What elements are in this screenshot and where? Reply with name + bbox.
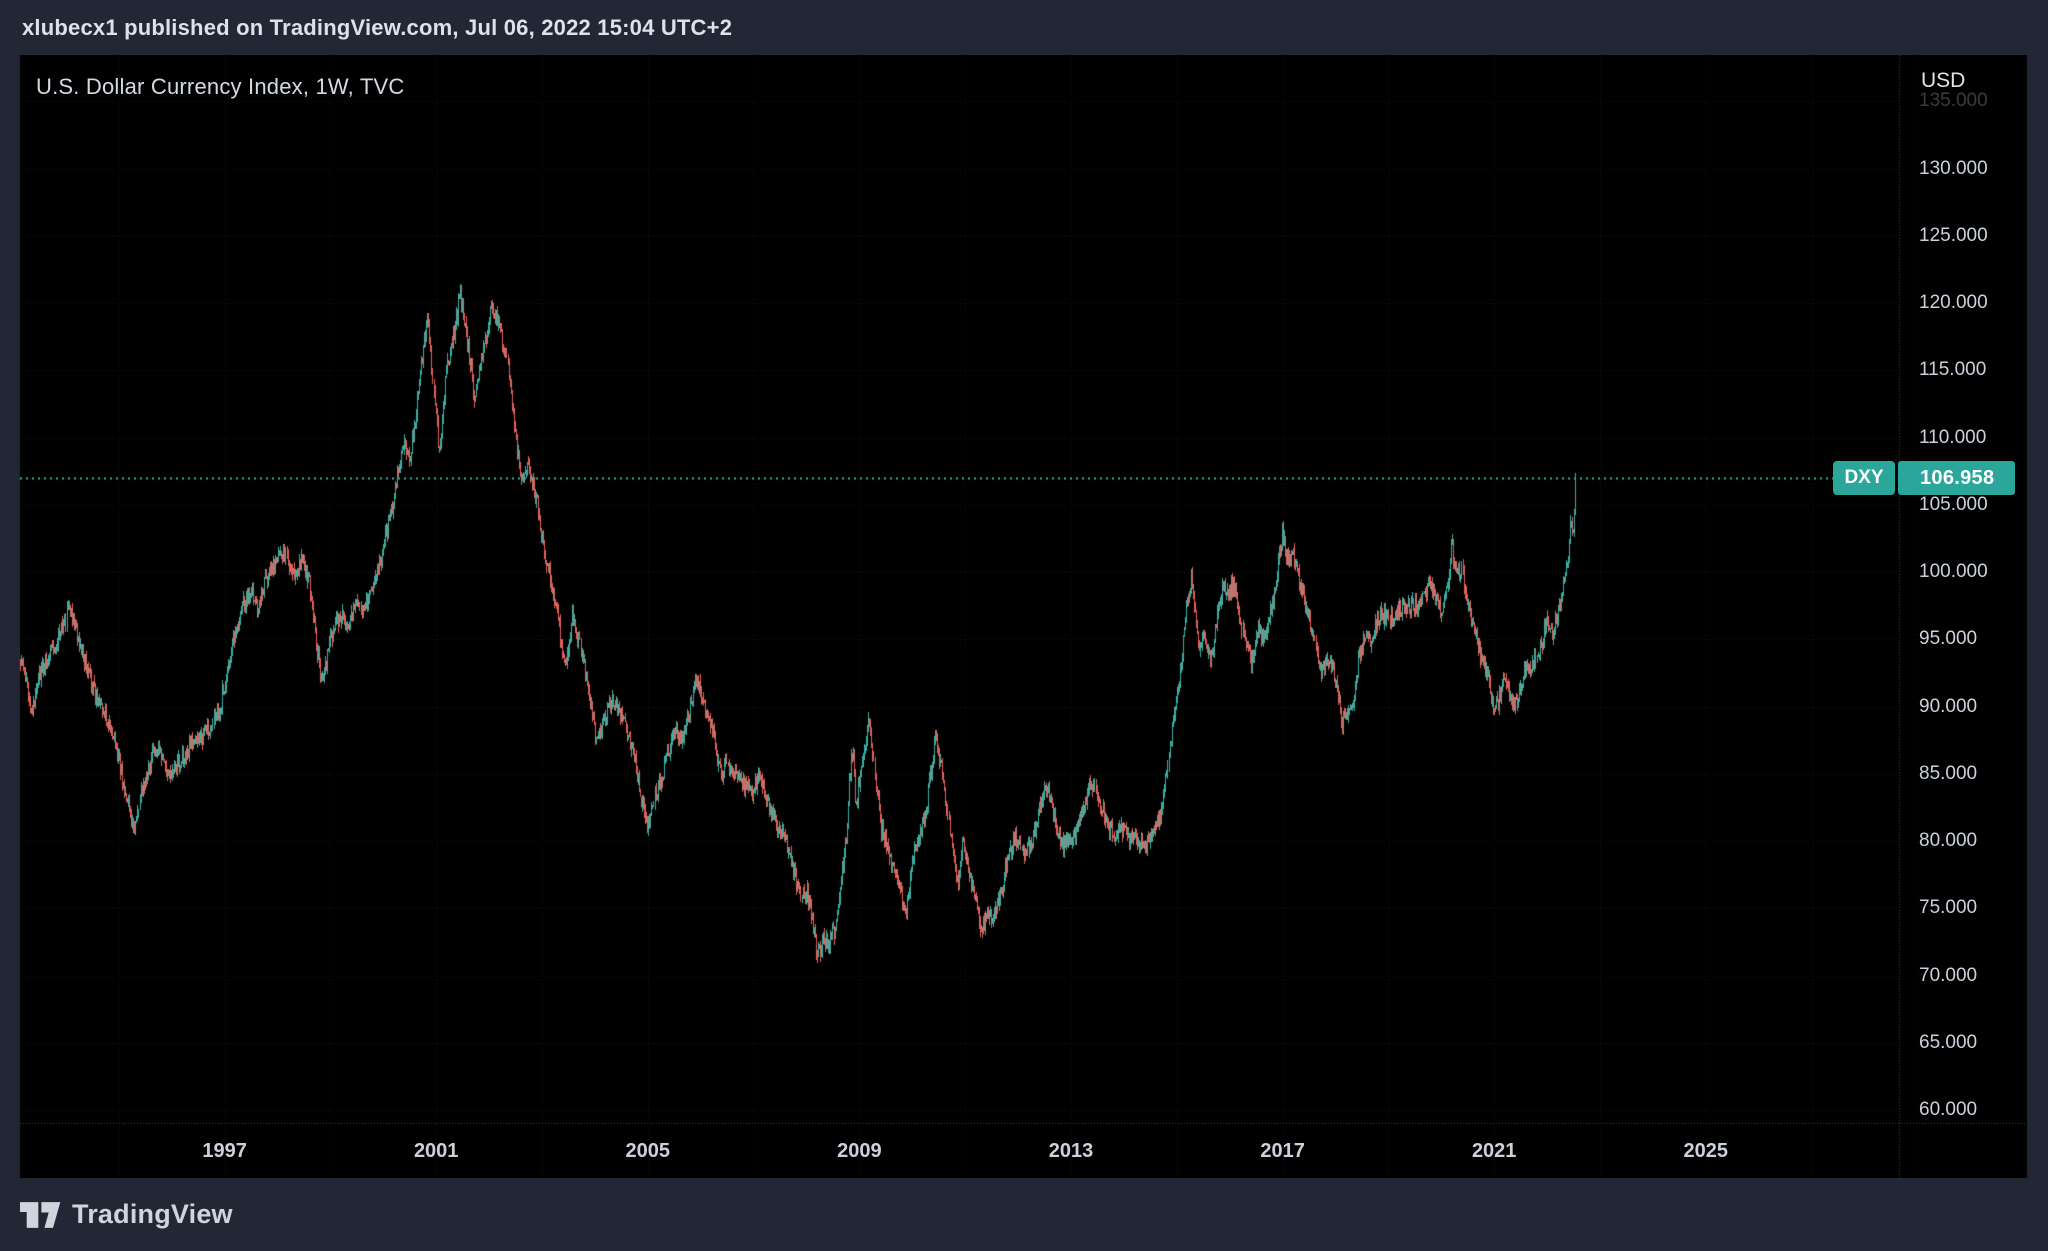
price-axis-label: 60.000 [1919,1097,2019,1123]
price-axis-label: 115.000 [1919,357,2019,383]
attribution-bar: xlubecx1 published on TradingView.com, J… [0,0,2048,55]
price-axis-label-faded: 135.000 [1919,90,1988,112]
symbol-price-chip: DXY [1833,461,1895,495]
symbol-title[interactable]: U.S. Dollar Currency Index, 1W, TVC [36,74,405,100]
price-axis-label: 130.000 [1919,156,2019,182]
price-axis-label: 85.000 [1919,761,2019,787]
price-axis-label: 125.000 [1919,223,2019,249]
price-chart-canvas[interactable] [0,0,2048,1251]
price-axis-label: 105.000 [1919,492,2019,518]
price-axis-label: 90.000 [1919,694,2019,720]
price-axis-label: 70.000 [1919,963,2019,989]
time-axis-label: 2017 [1238,1138,1328,1164]
tradingview-brand-text[interactable]: TradingView [72,1199,233,1230]
footer-bar: TradingView [0,1178,2048,1251]
last-price-badge: 106.958 [1898,461,2015,495]
time-axis-label: 2005 [603,1138,693,1164]
tradingview-logo-icon[interactable] [20,1202,64,1228]
tradingview-snapshot: xlubecx1 published on TradingView.com, J… [0,0,2048,1251]
attribution-text: xlubecx1 published on TradingView.com, J… [22,15,732,41]
price-axis-label: 120.000 [1919,290,2019,316]
price-axis-label: 80.000 [1919,828,2019,854]
last-price-value: 106.958 [1920,467,1994,490]
time-axis-label: 2001 [391,1138,481,1164]
time-axis-label: 2013 [1026,1138,1116,1164]
price-axis-label: 95.000 [1919,626,2019,652]
time-axis-label: 2009 [814,1138,904,1164]
time-axis-label: 2021 [1449,1138,1539,1164]
time-axis-label: 2025 [1661,1138,1751,1164]
price-axis-label: 65.000 [1919,1030,2019,1056]
price-axis-label: 110.000 [1919,425,2019,451]
price-axis-label: 75.000 [1919,895,2019,921]
time-axis-label: 1997 [180,1138,270,1164]
price-axis-label: 100.000 [1919,559,2019,585]
